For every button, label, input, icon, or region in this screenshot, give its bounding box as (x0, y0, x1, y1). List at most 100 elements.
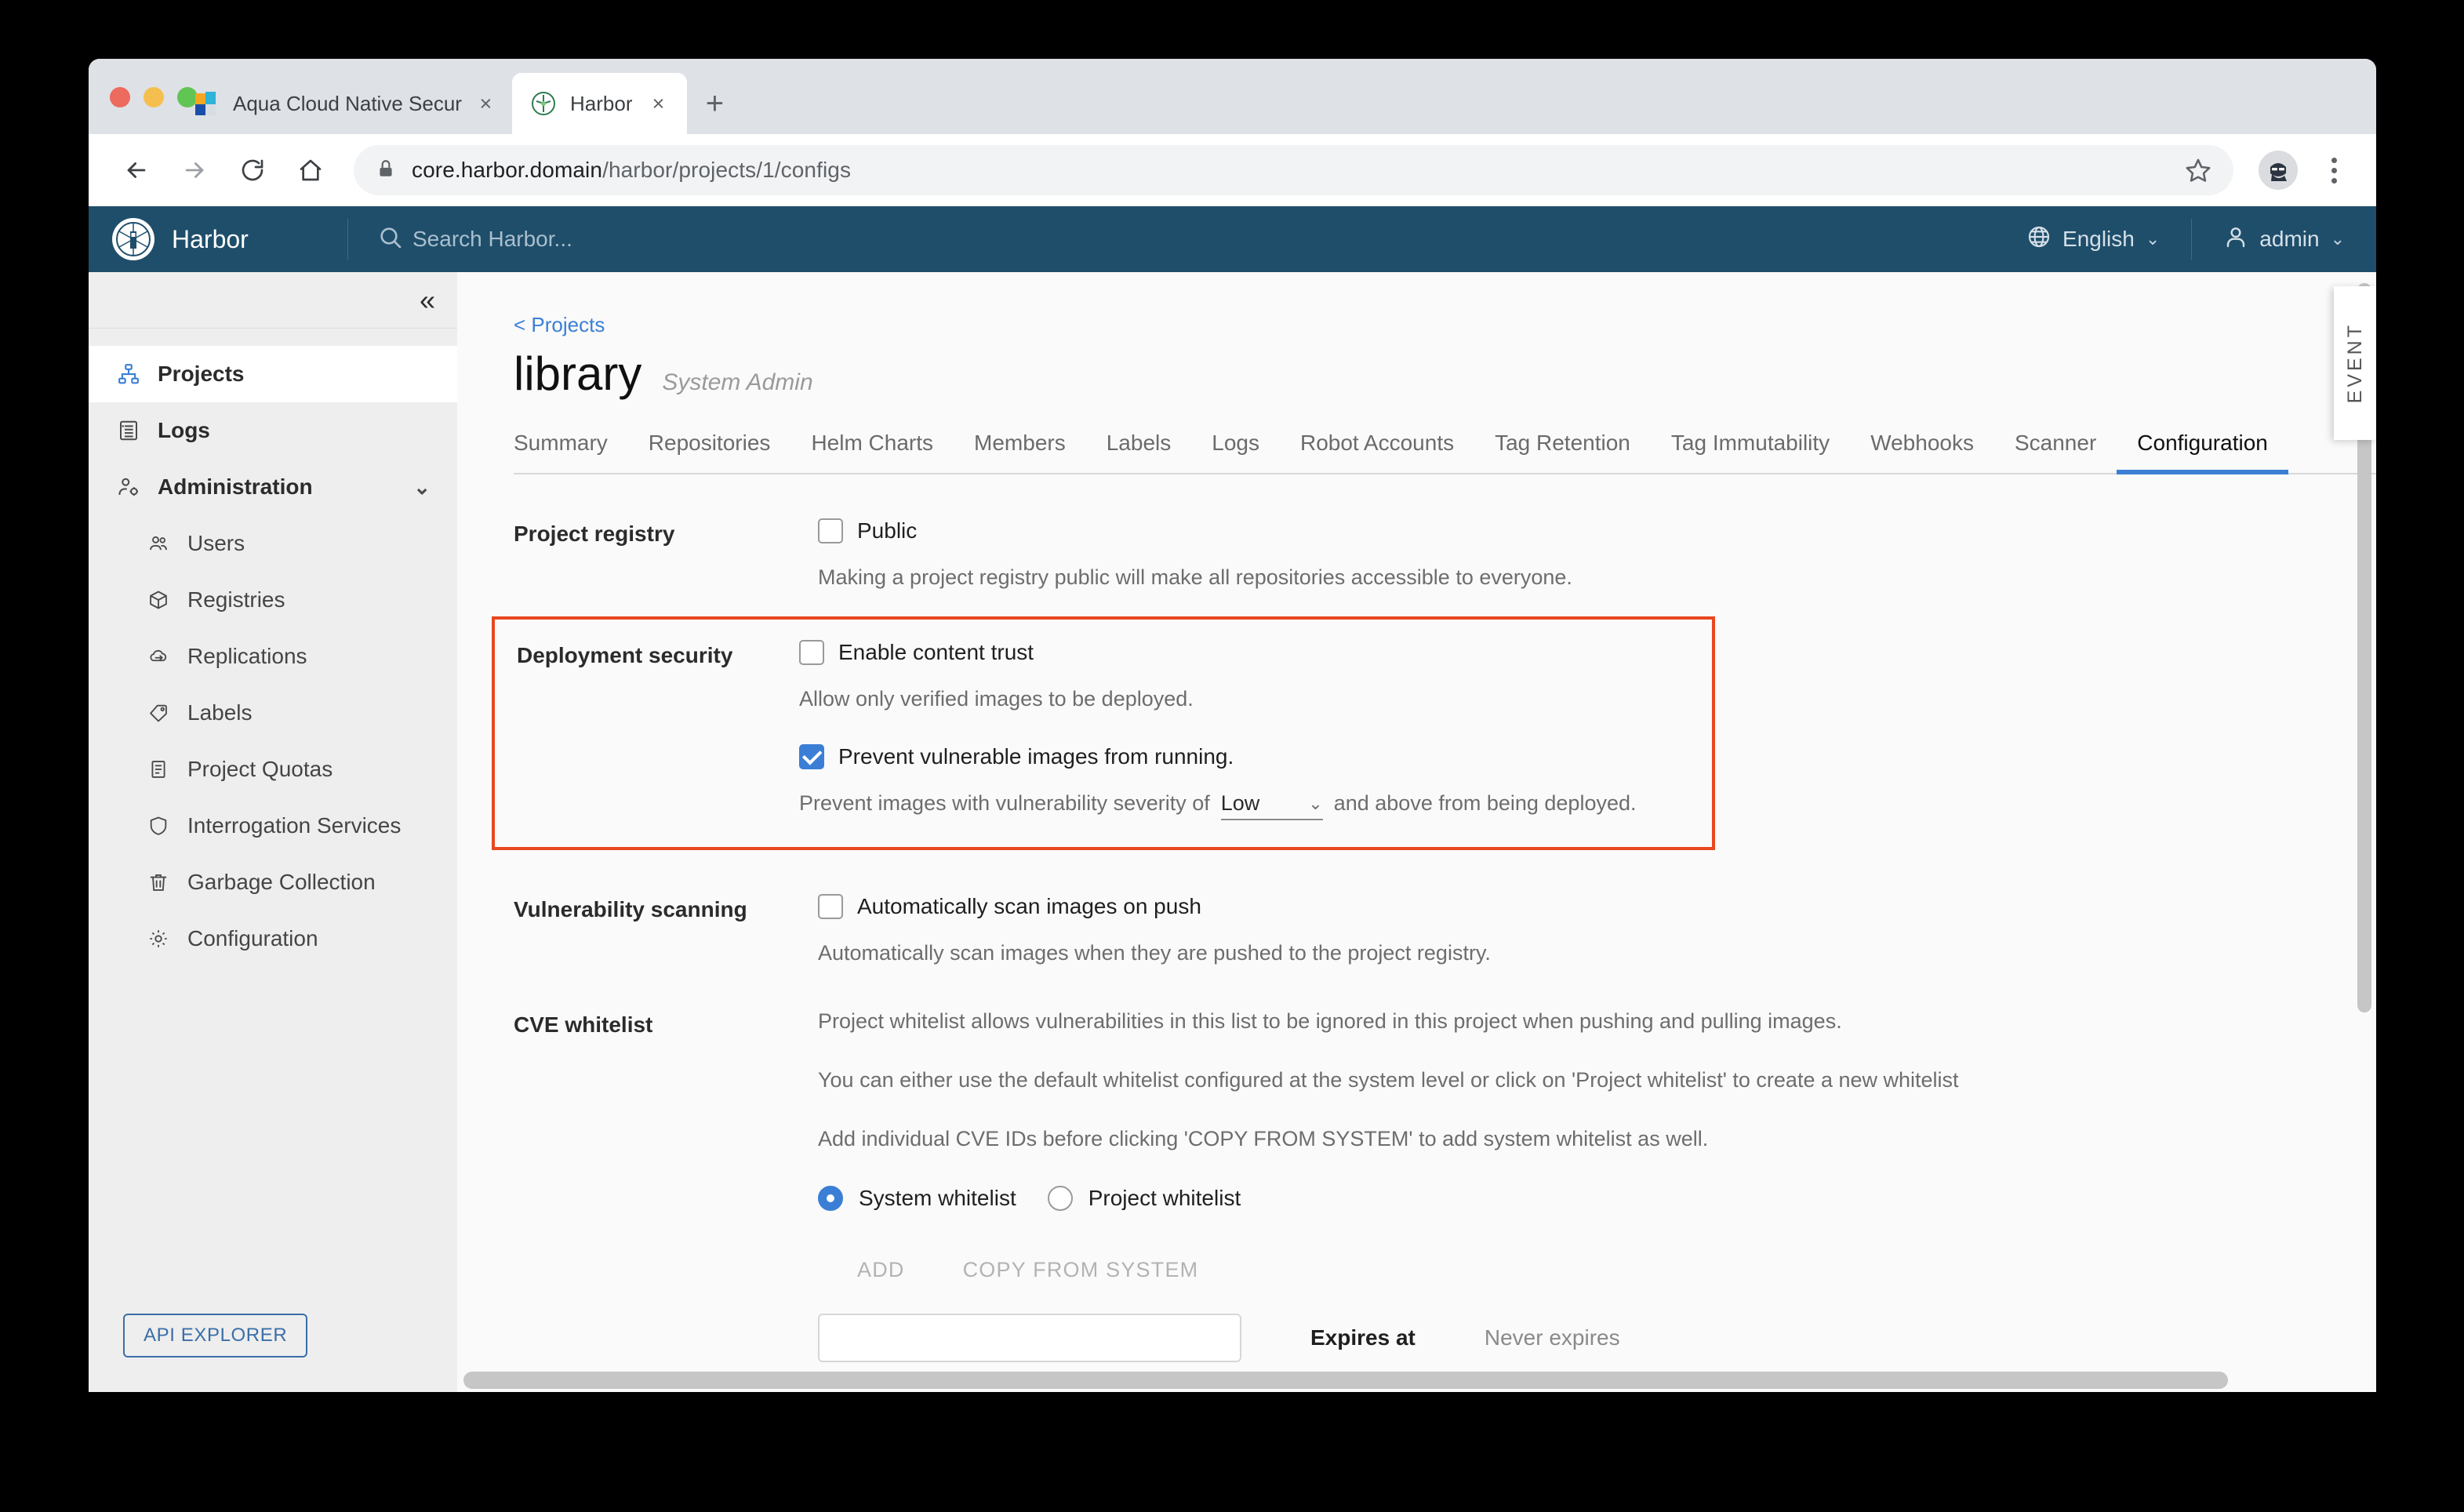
tab-helm-charts[interactable]: Helm Charts (790, 431, 954, 474)
tab-members[interactable]: Members (954, 431, 1086, 474)
sidebar-collapse-row: « (89, 272, 457, 329)
severity-select[interactable]: Low ⌄ (1221, 791, 1323, 820)
bookmark-star-icon[interactable] (2185, 157, 2211, 184)
cve-id-input[interactable] (818, 1314, 1241, 1362)
sidebar-item-labels[interactable]: Labels (89, 685, 457, 741)
sidebar-item-label: Logs (158, 418, 210, 443)
forward-icon[interactable] (169, 144, 220, 196)
browser-menu-icon[interactable] (2312, 145, 2356, 195)
sidebar-item-label: Users (187, 531, 245, 556)
language-selector[interactable]: English ⌄ (1995, 224, 2191, 255)
sidebar-item-registries[interactable]: Registries (89, 572, 457, 628)
sidebar-item-projects[interactable]: Projects (89, 346, 457, 402)
harbor-search[interactable]: Search Harbor... (378, 225, 572, 254)
globe-icon (2026, 224, 2052, 255)
chevron-down-icon: ⌄ (2331, 229, 2345, 249)
reload-icon[interactable] (227, 144, 278, 196)
cve-whitelist-para-3: Add individual CVE IDs before clicking '… (818, 1127, 2376, 1151)
sidebar-item-users[interactable]: Users (89, 515, 457, 572)
prevent-vulnerable-checkbox[interactable] (799, 744, 824, 769)
event-drawer-tab[interactable]: EVENT (2334, 286, 2376, 440)
vulnerability-scanning-section: Vulnerability scanning Automatically sca… (514, 850, 2376, 965)
sidebar-item-interrogation-services[interactable]: Interrogation Services (89, 798, 457, 854)
tab-logs[interactable]: Logs (1191, 431, 1280, 474)
harbor-application: Harbor Search Harbor... (89, 206, 2376, 1392)
content-trust-help: Allow only verified images to be deploye… (799, 687, 1690, 711)
user-icon (2223, 224, 2248, 255)
sidebar-item-project-quotas[interactable]: Project Quotas (89, 741, 457, 798)
user-menu[interactable]: admin ⌄ (2192, 224, 2376, 255)
sidebar-item-garbage-collection[interactable]: Garbage Collection (89, 854, 457, 910)
auto-scan-row[interactable]: Automatically scan images on push (818, 894, 2376, 919)
sidebar-item-administration[interactable]: Administration ⌄ (89, 459, 457, 515)
browser-tab-harbor[interactable]: Harbor × (512, 73, 687, 134)
tab-webhooks[interactable]: Webhooks (1850, 431, 1994, 474)
expires-at-label: Expires at (1310, 1325, 1416, 1350)
cve-entry-row: Expires at Never expires (818, 1314, 2376, 1362)
sidebar-item-replications[interactable]: Replications (89, 628, 457, 685)
content-trust-row[interactable]: Enable content trust (799, 640, 1690, 665)
browser-tabs: Aqua Cloud Native Security Platf × Harbo… (175, 59, 2376, 134)
tab-summary[interactable]: Summary (514, 431, 628, 474)
breadcrumb[interactable]: < Projects (514, 272, 2376, 337)
chevron-down-icon: ⌄ (1286, 794, 1322, 814)
severity-prefix-text: Prevent images with vulnerability severi… (799, 791, 1210, 816)
header-divider (347, 219, 348, 260)
tab-robot-accounts[interactable]: Robot Accounts (1280, 431, 1474, 474)
content-trust-checkbox[interactable] (799, 640, 824, 665)
browser-tab-title: Aqua Cloud Native Security Platf (233, 92, 463, 116)
close-window-button[interactable] (110, 87, 130, 107)
add-button[interactable]: ADD (838, 1250, 924, 1290)
minimize-window-button[interactable] (144, 87, 164, 107)
copy-from-system-button[interactable]: COPY FROM SYSTEM (944, 1250, 1218, 1290)
sidebar-item-label: Project Quotas (187, 757, 333, 782)
system-whitelist-radio[interactable] (818, 1186, 843, 1211)
search-input[interactable]: Search Harbor... (412, 227, 572, 252)
tab-scanner[interactable]: Scanner (1994, 431, 2117, 474)
configuration-icon (145, 925, 172, 952)
tab-tag-immutability[interactable]: Tag Immutability (1651, 431, 1850, 474)
vertical-scrollbar[interactable] (2357, 283, 2371, 1373)
logs-icon (115, 417, 142, 444)
browser-tab-aqua[interactable]: Aqua Cloud Native Security Platf × (175, 73, 512, 134)
new-tab-button[interactable]: + (687, 73, 742, 134)
chevron-down-icon[interactable]: ⌄ (413, 475, 431, 500)
deployment-security-section: Deployment security Enable content trust… (517, 640, 1690, 820)
system-whitelist-label: System whitelist (859, 1186, 1016, 1211)
administration-icon (115, 474, 142, 500)
project-role-badge: System Admin (662, 369, 812, 396)
back-icon[interactable] (111, 144, 162, 196)
harbor-brand-label: Harbor (172, 225, 249, 254)
close-tab-icon[interactable]: × (646, 93, 670, 114)
auto-scan-checkbox[interactable] (818, 894, 843, 919)
chevron-down-icon: ⌄ (2146, 229, 2160, 249)
harbor-brand[interactable]: Harbor (112, 218, 347, 260)
page-title: library (514, 347, 641, 401)
horizontal-scrollbar[interactable] (457, 1368, 2376, 1392)
browser-tab-title: Harbor (570, 92, 632, 116)
deployment-security-highlight: Deployment security Enable content trust… (492, 616, 1715, 850)
home-icon[interactable] (285, 144, 336, 196)
project-whitelist-label: Project whitelist (1088, 1186, 1241, 1211)
address-bar[interactable]: core.harbor.domain/harbor/projects/1/con… (354, 145, 2233, 195)
tab-tag-retention[interactable]: Tag Retention (1474, 431, 1651, 474)
tab-labels[interactable]: Labels (1086, 431, 1192, 474)
severity-selected-value: Low (1221, 791, 1260, 816)
search-icon (378, 225, 403, 254)
api-explorer-button[interactable]: API EXPLORER (123, 1314, 307, 1358)
profile-avatar[interactable] (2259, 151, 2298, 190)
public-checkbox-row[interactable]: Public (818, 518, 2376, 543)
project-whitelist-radio[interactable] (1048, 1186, 1073, 1211)
horizontal-scrollbar-thumb[interactable] (463, 1372, 2228, 1389)
sidebar-item-logs[interactable]: Logs (89, 402, 457, 459)
sidebar-item-configuration[interactable]: Configuration (89, 910, 457, 967)
tab-repositories[interactable]: Repositories (628, 431, 791, 474)
cve-action-buttons: ADD COPY FROM SYSTEM (818, 1250, 2376, 1290)
project-registry-section: Project registry Public Making a project… (514, 474, 2376, 590)
user-label: admin (2259, 227, 2319, 252)
close-tab-icon[interactable]: × (477, 93, 495, 114)
prevent-vulnerable-row[interactable]: Prevent vulnerable images from running. (799, 744, 1690, 769)
public-checkbox[interactable] (818, 518, 843, 543)
collapse-sidebar-icon[interactable]: « (420, 286, 435, 314)
tab-configuration[interactable]: Configuration (2117, 431, 2288, 474)
